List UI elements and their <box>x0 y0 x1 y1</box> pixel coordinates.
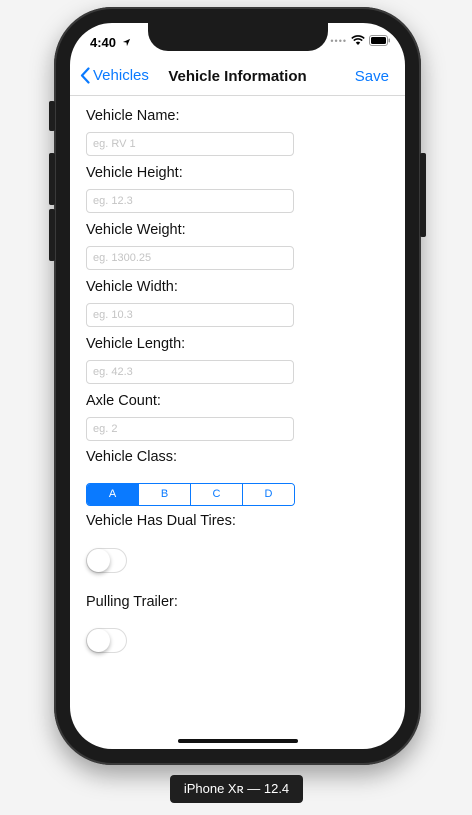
vehicle-width-label: Vehicle Width: <box>86 279 178 295</box>
status-time: 4:40 <box>90 35 131 50</box>
mute-switch <box>49 101 55 131</box>
volume-up-button <box>49 153 55 205</box>
home-indicator <box>178 739 298 743</box>
axle-count-input[interactable] <box>86 417 294 441</box>
save-button[interactable]: Save <box>355 68 389 85</box>
battery-icon <box>369 35 390 46</box>
volume-down-button <box>49 209 55 261</box>
vehicle-class-segmented-control: A B C D <box>86 483 295 506</box>
device-label: iPhone Xʀ — 12.4 <box>170 775 303 803</box>
notch <box>148 23 328 51</box>
pulling-trailer-toggle[interactable] <box>86 628 127 653</box>
dual-tires-toggle[interactable] <box>86 548 127 573</box>
vehicle-height-input[interactable] <box>86 189 294 213</box>
vehicle-length-label: Vehicle Length: <box>86 336 186 352</box>
vehicle-height-label: Vehicle Height: <box>86 165 183 181</box>
axle-count-label: Axle Count: <box>86 393 161 409</box>
toggle-knob <box>87 629 110 652</box>
navigation-bar: Vehicles Vehicle Information Save <box>70 63 405 96</box>
vehicle-class-option-a[interactable]: A <box>87 484 138 505</box>
vehicle-name-label: Vehicle Name: <box>86 108 180 124</box>
signal-dots-icon: •••• <box>330 35 347 46</box>
vehicle-class-label: Vehicle Class: <box>86 449 178 465</box>
vehicle-name-input[interactable] <box>86 132 294 156</box>
status-time-text: 4:40 <box>90 35 117 50</box>
vehicle-class-option-c[interactable]: C <box>190 484 242 505</box>
dual-tires-label: Vehicle Has Dual Tires: <box>86 513 236 529</box>
vehicle-class-option-b[interactable]: B <box>138 484 190 505</box>
power-button <box>420 153 426 237</box>
vehicle-width-input[interactable] <box>86 303 294 327</box>
vehicle-weight-input[interactable] <box>86 246 294 270</box>
vehicle-weight-label: Vehicle Weight: <box>86 222 186 238</box>
pulling-trailer-label: Pulling Trailer: <box>86 594 178 610</box>
wifi-icon <box>351 35 365 45</box>
vehicle-class-option-d[interactable]: D <box>242 484 294 505</box>
vehicle-length-input[interactable] <box>86 360 294 384</box>
toggle-knob <box>87 549 110 572</box>
screen: 4:40 •••• Vehicles Vehicle Information S… <box>70 23 405 749</box>
location-arrow-icon <box>122 38 130 47</box>
status-indicators: •••• <box>330 35 391 46</box>
